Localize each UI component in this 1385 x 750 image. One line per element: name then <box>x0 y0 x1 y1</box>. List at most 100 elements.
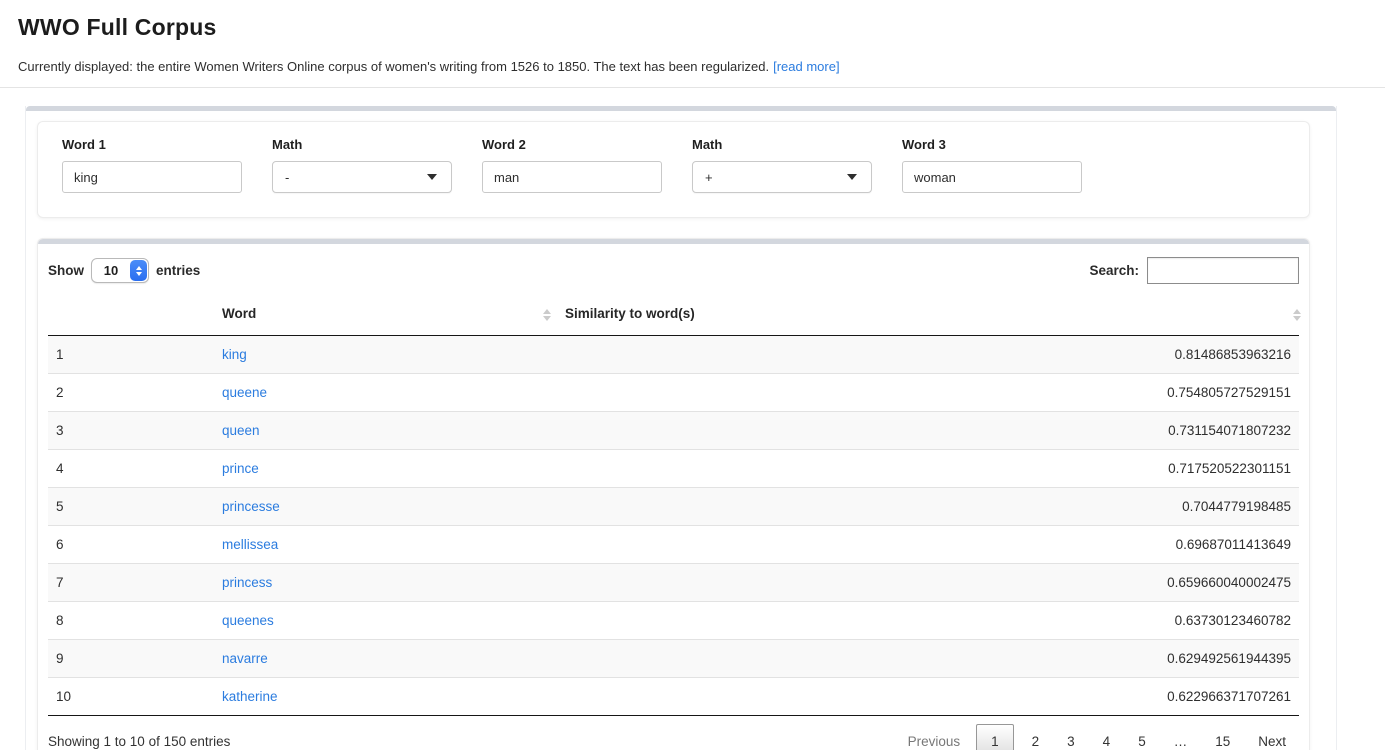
similarity-value: 0.717520522301151 <box>557 450 1299 488</box>
word-link[interactable]: prince <box>222 461 259 476</box>
page-length-select[interactable]: 10 <box>91 258 149 283</box>
word3-label: Word 3 <box>902 137 1082 152</box>
caret-down-icon <box>847 174 857 180</box>
math2-selected-value: + <box>705 170 713 185</box>
word-link[interactable]: king <box>222 347 247 362</box>
results-table: Word Similarity to word(s) 1 king 0.8148… <box>48 294 1299 716</box>
search-control: Search: <box>1089 257 1299 284</box>
column-header-index <box>48 294 214 336</box>
table-info: Showing 1 to 10 of 150 entries <box>48 724 230 749</box>
similarity-value: 0.754805727529151 <box>557 374 1299 412</box>
row-index: 4 <box>48 450 214 488</box>
results-table-card: Show 10 entries Search: Word <box>37 238 1310 750</box>
math1-label: Math <box>272 137 452 152</box>
page-button-2[interactable]: 2 <box>1019 724 1053 750</box>
table-row: 5 princesse 0.7044779198485 <box>48 488 1299 526</box>
page-button-3[interactable]: 3 <box>1054 724 1088 750</box>
table-row: 7 princess 0.659660040002475 <box>48 564 1299 602</box>
page-button-1[interactable]: 1 <box>976 724 1014 750</box>
math1-select[interactable]: - <box>272 161 452 193</box>
similarity-value: 0.659660040002475 <box>557 564 1299 602</box>
word-link[interactable]: mellissea <box>222 537 278 552</box>
row-index: 8 <box>48 602 214 640</box>
word-link[interactable]: princess <box>222 575 272 590</box>
column-header-word[interactable]: Word <box>214 294 557 336</box>
word3-field: Word 3 <box>902 137 1082 193</box>
page-length-control: Show 10 entries <box>48 258 200 283</box>
page-button-15[interactable]: 15 <box>1202 724 1243 750</box>
row-index: 3 <box>48 412 214 450</box>
word-link[interactable]: queenes <box>222 613 274 628</box>
word-link[interactable]: queen <box>222 423 260 438</box>
table-footer: Showing 1 to 10 of 150 entries Previous … <box>48 716 1299 750</box>
similarity-value: 0.69687011413649 <box>557 526 1299 564</box>
show-label: Show <box>48 263 84 278</box>
word2-field: Word 2 <box>482 137 662 193</box>
word-link[interactable]: navarre <box>222 651 268 666</box>
row-index: 2 <box>48 374 214 412</box>
sort-icon[interactable] <box>543 309 551 321</box>
word-algebra-form: Word 1 Math - Word 2 Math + <box>37 121 1310 218</box>
form-row: Word 1 Math - Word 2 Math + <box>62 137 1285 193</box>
pagination: Previous 1 2 3 4 5 … 15 Next <box>893 724 1299 750</box>
row-index: 7 <box>48 564 214 602</box>
word-link[interactable]: princesse <box>222 499 280 514</box>
similarity-value: 0.63730123460782 <box>557 602 1299 640</box>
table-row: 8 queenes 0.63730123460782 <box>48 602 1299 640</box>
row-index: 9 <box>48 640 214 678</box>
similarity-value: 0.622966371707261 <box>557 678 1299 716</box>
read-more-link[interactable]: [read more] <box>773 59 839 74</box>
row-index: 1 <box>48 336 214 374</box>
row-index: 10 <box>48 678 214 716</box>
table-row: 10 katherine 0.622966371707261 <box>48 678 1299 716</box>
row-index: 5 <box>48 488 214 526</box>
math1-selected-value: - <box>285 170 289 185</box>
math1-field: Math - <box>272 137 452 193</box>
word1-label: Word 1 <box>62 137 242 152</box>
table-row: 9 navarre 0.629492561944395 <box>48 640 1299 678</box>
word-link[interactable]: queene <box>222 385 267 400</box>
page-button-5[interactable]: 5 <box>1125 724 1159 750</box>
description-text: Currently displayed: the entire Women Wr… <box>18 59 769 74</box>
page-header: WWO Full Corpus Currently displayed: the… <box>0 0 1385 88</box>
similarity-value: 0.7044779198485 <box>557 488 1299 526</box>
word1-field: Word 1 <box>62 137 242 193</box>
word2-input[interactable] <box>482 161 662 193</box>
word3-input[interactable] <box>902 161 1082 193</box>
similarity-value: 0.81486853963216 <box>557 336 1299 374</box>
page-button-4[interactable]: 4 <box>1090 724 1124 750</box>
table-row: 4 prince 0.717520522301151 <box>48 450 1299 488</box>
sort-icon[interactable] <box>1293 309 1301 321</box>
word-link[interactable]: katherine <box>222 689 278 704</box>
math2-field: Math + <box>692 137 872 193</box>
similarity-value: 0.629492561944395 <box>557 640 1299 678</box>
caret-down-icon <box>427 174 437 180</box>
similarity-value: 0.731154071807232 <box>557 412 1299 450</box>
panel-accent-bar <box>26 106 1336 111</box>
entries-label: entries <box>156 263 200 278</box>
search-label: Search: <box>1089 263 1139 278</box>
table-header-row: Word Similarity to word(s) <box>48 294 1299 336</box>
table-controls: Show 10 entries Search: <box>48 244 1299 294</box>
table-row: 2 queene 0.754805727529151 <box>48 374 1299 412</box>
math2-label: Math <box>692 137 872 152</box>
table-row: 1 king 0.81486853963216 <box>48 336 1299 374</box>
word-column-label: Word <box>222 306 256 321</box>
page-description: Currently displayed: the entire Women Wr… <box>18 59 1367 74</box>
table-row: 3 queen 0.731154071807232 <box>48 412 1299 450</box>
content-panel: Word 1 Math - Word 2 Math + <box>25 106 1337 750</box>
word2-label: Word 2 <box>482 137 662 152</box>
table-row: 6 mellissea 0.69687011413649 <box>48 526 1299 564</box>
word1-input[interactable] <box>62 161 242 193</box>
column-header-similarity[interactable]: Similarity to word(s) <box>557 294 1299 336</box>
row-index: 6 <box>48 526 214 564</box>
similarity-column-label: Similarity to word(s) <box>565 306 695 321</box>
stepper-icon <box>130 260 147 281</box>
previous-page-button[interactable]: Previous <box>895 724 974 750</box>
search-input[interactable] <box>1147 257 1299 284</box>
math2-select[interactable]: + <box>692 161 872 193</box>
page-ellipsis: … <box>1161 724 1201 750</box>
next-page-button[interactable]: Next <box>1245 724 1299 750</box>
page-length-value: 10 <box>92 263 130 278</box>
page-title: WWO Full Corpus <box>18 14 1367 41</box>
